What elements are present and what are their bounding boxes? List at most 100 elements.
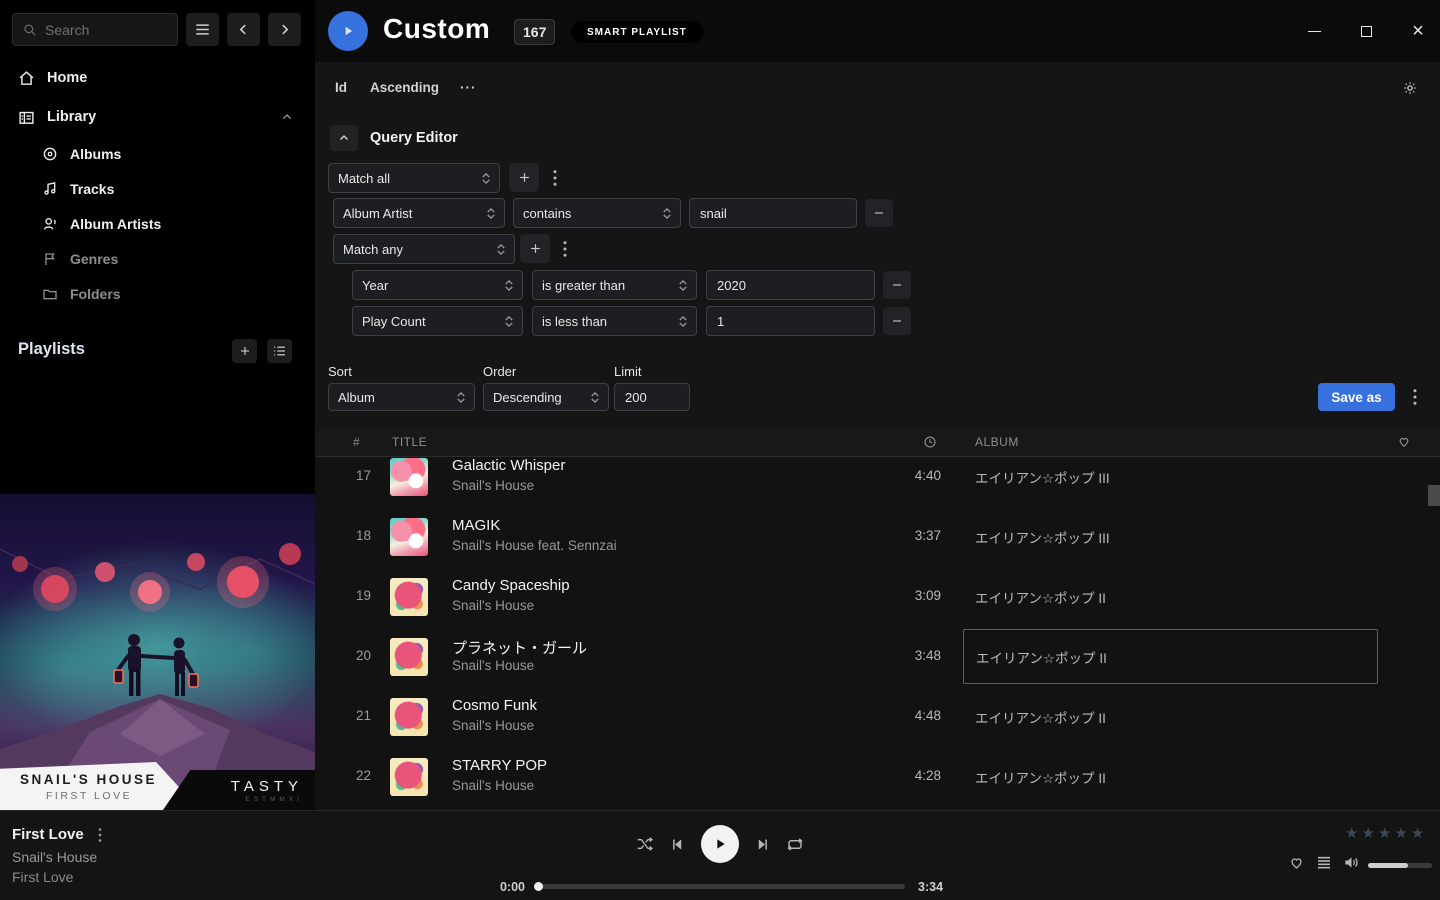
maximize-button[interactable]: [1352, 17, 1380, 45]
add-rule-button[interactable]: [509, 163, 539, 192]
rule-operator-select[interactable]: is greater than: [532, 270, 697, 300]
playlist-item[interactable]: [18, 397, 298, 422]
star-icon[interactable]: ★: [1361, 824, 1374, 842]
track-title[interactable]: Candy Spaceship: [452, 577, 570, 594]
close-button[interactable]: ×: [1404, 17, 1432, 45]
track-album-cell[interactable]: エイリアン☆ポップ II: [963, 689, 1378, 744]
column-title[interactable]: TITLE: [392, 435, 427, 449]
column-album[interactable]: ALBUM: [975, 435, 1019, 449]
track-artist[interactable]: Snail's House: [452, 598, 534, 613]
track-title[interactable]: Galactic Whisper: [452, 457, 565, 474]
playlist-item[interactable]: [18, 372, 298, 397]
rule-operator-select[interactable]: is less than: [532, 306, 697, 336]
sort-field-chip[interactable]: Id: [335, 80, 347, 95]
rule-value-input[interactable]: 1: [706, 306, 875, 336]
track-album-cell[interactable]: エイリアン☆ポップ II: [963, 569, 1378, 624]
table-row[interactable]: 18 MAGIK Snail's House feat. Sennzai 3:3…: [315, 507, 1440, 567]
track-artist[interactable]: Snail's House: [452, 718, 534, 733]
table-row[interactable]: 19 Candy Spaceship Snail's House 3:09 エイ…: [315, 567, 1440, 627]
sidebar-item-library[interactable]: Library: [0, 103, 315, 131]
sidebar-item-home[interactable]: Home: [0, 64, 315, 92]
rule-field-select[interactable]: Year: [352, 270, 523, 300]
sidebar-item-albums[interactable]: Albums: [0, 140, 315, 168]
star-icon[interactable]: ★: [1411, 824, 1424, 842]
rule-value-input[interactable]: snail: [689, 198, 857, 228]
minimize-button[interactable]: [1300, 17, 1328, 45]
gear-icon[interactable]: [1402, 80, 1418, 96]
repeat-button[interactable]: [786, 837, 804, 852]
volume-slider[interactable]: [1368, 863, 1432, 868]
group-match-select[interactable]: Match all: [328, 163, 500, 193]
track-album-cell[interactable]: エイリアン☆ポップ III: [963, 449, 1378, 504]
table-row[interactable]: 20 プラネット・ガール Snail's House 3:48 エイリアン☆ポッ…: [315, 627, 1440, 687]
group-options-button[interactable]: [545, 163, 565, 192]
duration-column-clock-icon[interactable]: [923, 435, 937, 449]
add-rule-button[interactable]: [520, 234, 550, 263]
search-input[interactable]: [12, 13, 178, 46]
sidebar-item-tracks[interactable]: Tracks: [0, 175, 315, 203]
track-album-cell[interactable]: エイリアン☆ポップ II: [963, 749, 1378, 804]
now-playing-title[interactable]: First Love: [12, 826, 84, 843]
now-playing-cover-art[interactable]: SNAIL'S HOUSE FIRST LOVE TASTY ESTMMXI: [0, 494, 315, 810]
remove-rule-button[interactable]: [883, 271, 911, 299]
track-title[interactable]: MAGIK: [452, 517, 500, 534]
nav-forward-button[interactable]: [268, 13, 301, 46]
track-artist[interactable]: Snail's House: [452, 658, 534, 673]
scrollbar-thumb[interactable]: [1428, 485, 1440, 506]
limit-input[interactable]: 200: [614, 383, 690, 411]
seek-bar-knob[interactable]: [534, 882, 543, 891]
nav-back-button[interactable]: [227, 13, 260, 46]
sidebar-item-album-artists[interactable]: Album Artists: [0, 210, 315, 238]
shuffle-button[interactable]: [636, 836, 654, 852]
sort-select[interactable]: Album: [328, 383, 475, 411]
playlist-item[interactable]: [18, 422, 298, 447]
track-title[interactable]: プラネット・ガール: [452, 637, 587, 658]
group-options-button[interactable]: [555, 234, 575, 263]
sidebar-item-genres[interactable]: Genres: [0, 245, 315, 273]
track-artist[interactable]: Snail's House: [452, 478, 534, 493]
previous-track-button[interactable]: [670, 837, 685, 852]
query-options-button[interactable]: [1405, 383, 1425, 411]
more-options-chip[interactable]: ···: [460, 80, 477, 95]
table-row[interactable]: 22 STARRY POP Snail's House 4:28 エイリアン☆ポ…: [315, 747, 1440, 807]
star-icon[interactable]: ★: [1394, 824, 1407, 842]
search-field[interactable]: [45, 22, 155, 38]
track-title[interactable]: Cosmo Funk: [452, 697, 537, 714]
query-editor-collapse-button[interactable]: [330, 125, 358, 151]
star-icon[interactable]: ★: [1345, 824, 1358, 842]
rule-operator-select[interactable]: contains: [513, 198, 681, 228]
order-select[interactable]: Descending: [483, 383, 609, 411]
next-track-button[interactable]: [755, 837, 770, 852]
remove-rule-button[interactable]: [883, 307, 911, 335]
playlist-list-button[interactable]: [267, 339, 292, 363]
track-album-cell[interactable]: エイリアン☆ポップ II: [963, 629, 1378, 684]
rating-stars[interactable]: ★★★★★: [1345, 824, 1424, 842]
rule-value-input[interactable]: 2020: [706, 270, 875, 300]
save-as-button[interactable]: Save as: [1318, 383, 1395, 411]
favorite-column-heart-icon[interactable]: [1397, 435, 1411, 448]
group-match-select[interactable]: Match any: [333, 234, 515, 264]
add-playlist-button[interactable]: [232, 339, 257, 363]
seek-bar[interactable]: [535, 884, 905, 889]
rule-field-select[interactable]: Album Artist: [333, 198, 505, 228]
table-row[interactable]: 21 Cosmo Funk Snail's House 4:48 エイリアン☆ポ…: [315, 687, 1440, 747]
now-playing-artist[interactable]: Snail's House: [12, 849, 97, 865]
chevron-up-icon[interactable]: [281, 111, 293, 123]
rule-field-select[interactable]: Play Count: [352, 306, 523, 336]
queue-icon[interactable]: [1316, 856, 1332, 870]
volume-icon[interactable]: [1343, 855, 1360, 870]
play-pause-button[interactable]: [701, 825, 739, 863]
sidebar-item-folders[interactable]: Folders: [0, 280, 315, 308]
star-icon[interactable]: ★: [1378, 824, 1391, 842]
now-playing-options-button[interactable]: [98, 828, 102, 842]
favorite-heart-icon[interactable]: [1288, 855, 1305, 870]
sort-direction-chip[interactable]: Ascending: [370, 80, 439, 95]
remove-rule-button[interactable]: [865, 199, 893, 227]
column-number[interactable]: #: [353, 435, 360, 449]
track-artist[interactable]: Snail's House: [452, 778, 534, 793]
track-title[interactable]: STARRY POP: [452, 757, 547, 774]
track-album-cell[interactable]: エイリアン☆ポップ III: [963, 509, 1378, 564]
track-artist[interactable]: Snail's House feat. Sennzai: [452, 538, 617, 553]
playlist-item[interactable]: [18, 447, 298, 472]
now-playing-album[interactable]: First Love: [12, 869, 73, 885]
